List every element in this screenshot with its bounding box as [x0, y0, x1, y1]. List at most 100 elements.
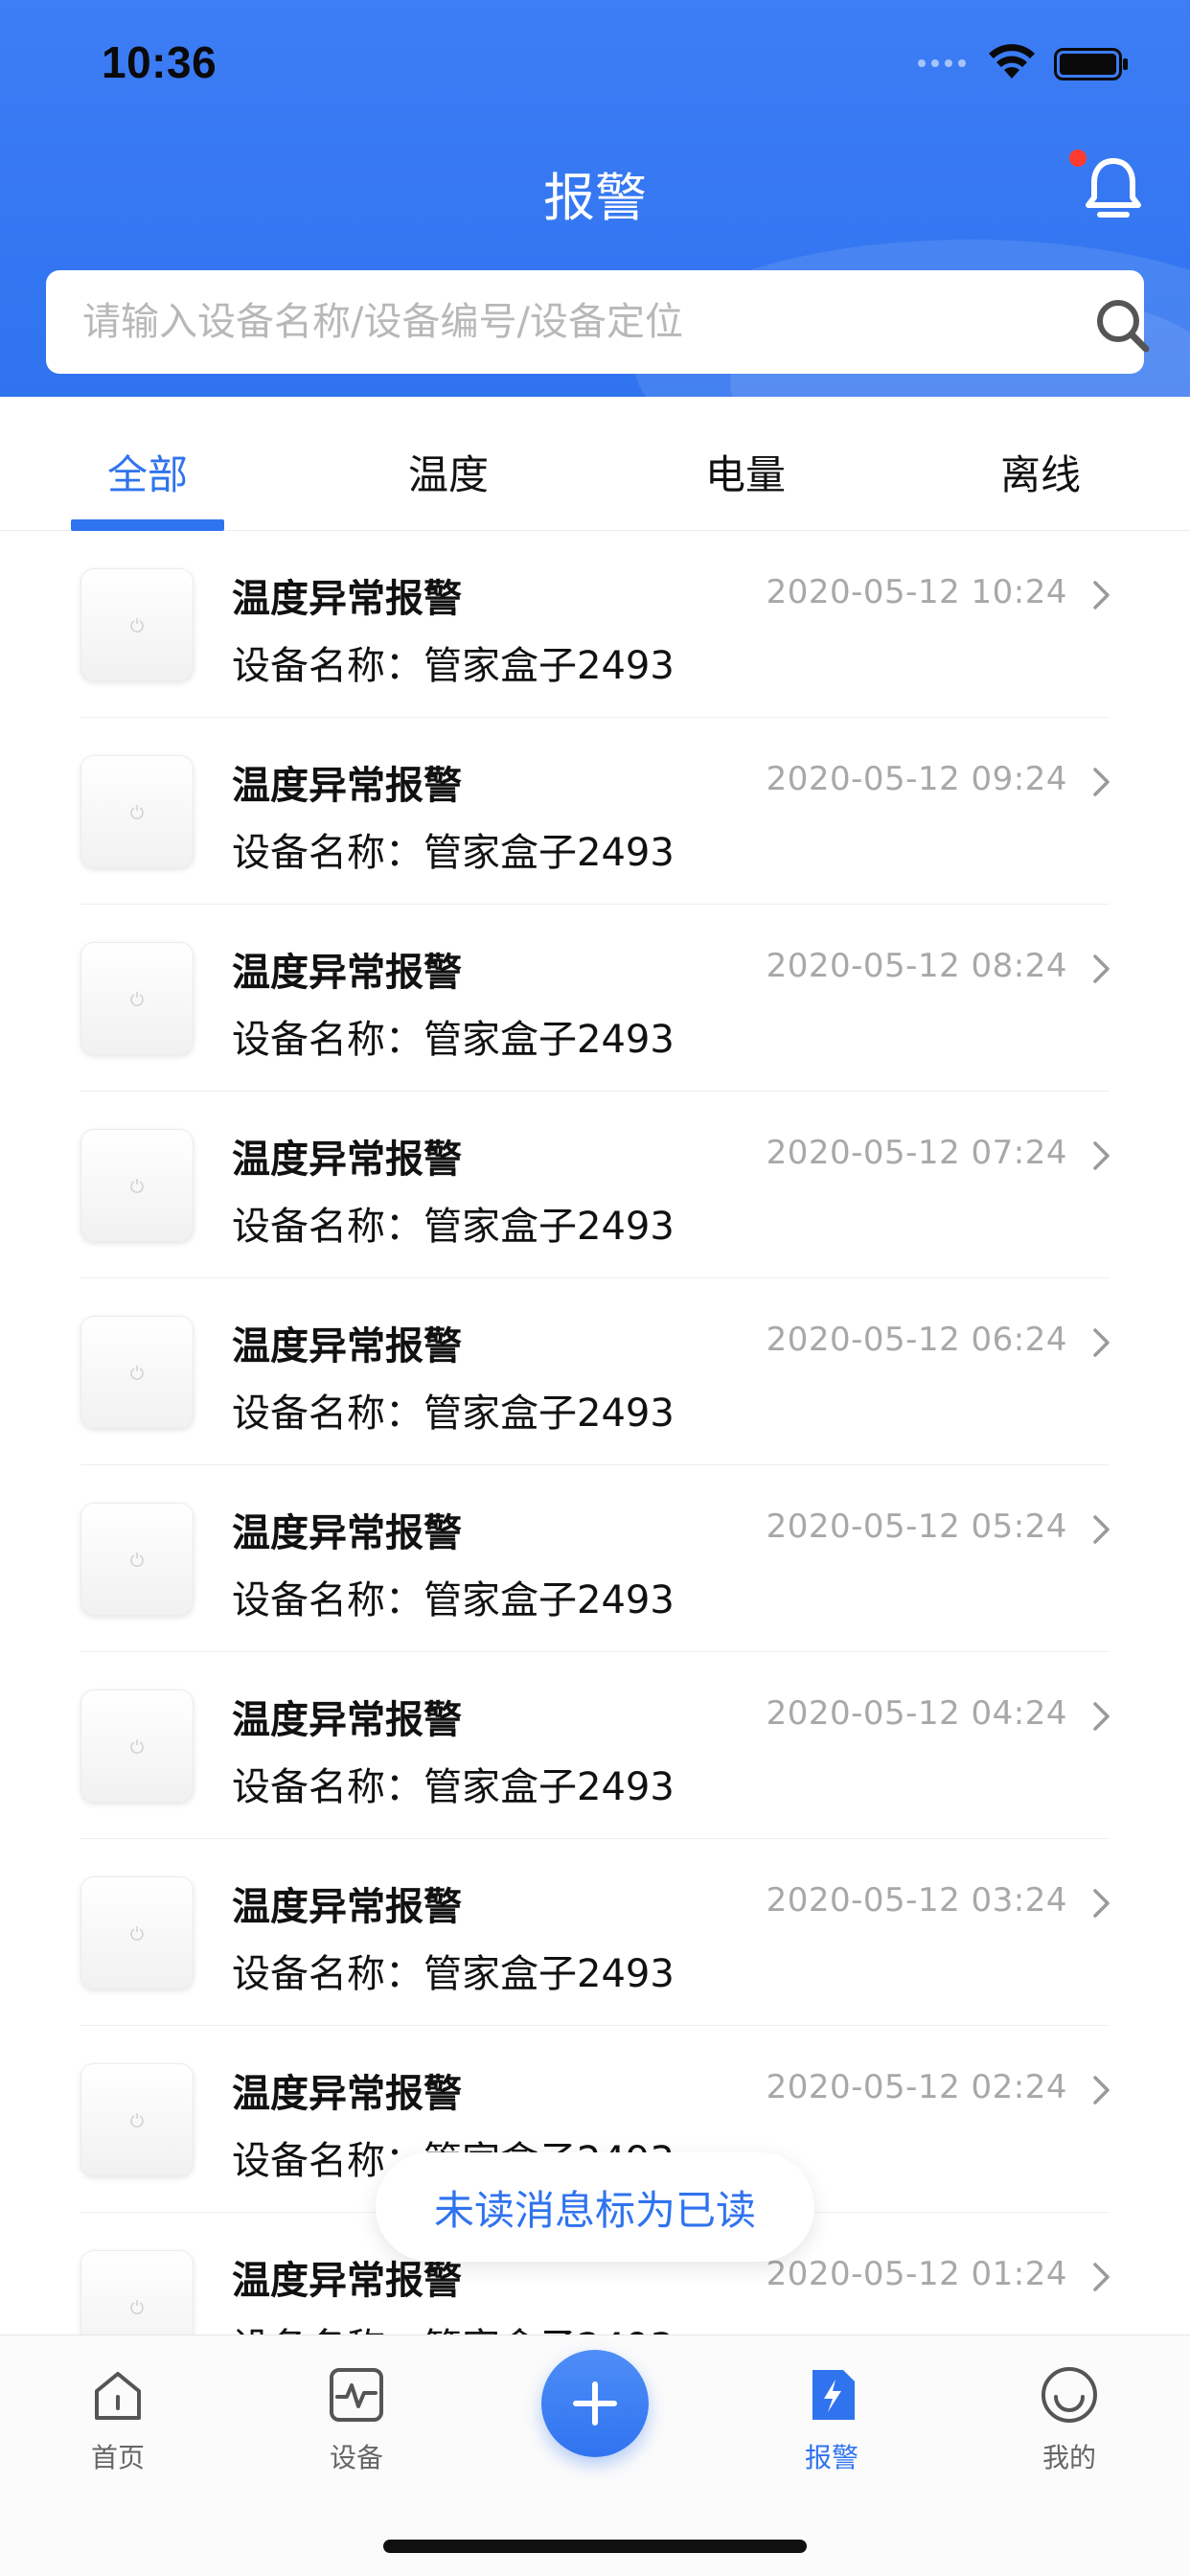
chevron-right-icon [1093, 2076, 1110, 2104]
status-bar: 10:36 [0, 0, 1190, 126]
device-thumbnail [80, 755, 194, 868]
tab-battery[interactable]: 电量 [650, 443, 841, 501]
alarm-device: 设备名称：管家盒子2493 [232, 1765, 675, 1809]
device-thumbnail [80, 568, 194, 681]
chevron-right-icon [1093, 1328, 1110, 1357]
profile-icon [1041, 2367, 1097, 2423]
chevron-right-icon [1093, 2263, 1110, 2291]
device-thumbnail [80, 2250, 194, 2334]
search-bar[interactable] [46, 270, 1150, 374]
device-icon [330, 2368, 383, 2422]
power-icon [130, 1552, 144, 1567]
alarm-row[interactable]: 温度异常报警 设备名称：管家盒子2493 2020-05-12 10:24 [0, 531, 1190, 718]
alarm-time: 2020-05-12 09:24 [766, 760, 1067, 798]
tab-indicator [71, 519, 224, 531]
tab-temperature[interactable]: 温度 [353, 443, 544, 501]
search-input[interactable] [82, 300, 1002, 344]
bell-icon[interactable] [1081, 155, 1146, 224]
tabbar-label: 首页 [90, 2442, 145, 2473]
device-thumbnail [80, 1129, 194, 1242]
device-thumbnail [80, 1503, 194, 1616]
signal-icon [918, 59, 966, 67]
alarm-row[interactable]: 温度异常报警 设备名称：管家盒子2493 2020-05-12 03:24 [0, 1839, 1190, 2026]
mark-all-read-button[interactable]: 未读消息标为已读 [376, 2152, 814, 2262]
power-icon [130, 618, 144, 632]
alarm-time: 2020-05-12 04:24 [766, 1694, 1067, 1733]
alarm-time: 2020-05-12 01:24 [766, 2255, 1067, 2293]
chevron-right-icon [1093, 954, 1110, 983]
power-icon [130, 805, 144, 819]
alarm-row[interactable]: 温度异常报警 设备名称：管家盒子2493 2020-05-12 04:24 [0, 1652, 1190, 1839]
alarm-time: 2020-05-12 08:24 [766, 947, 1067, 985]
alarm-icon [812, 2370, 855, 2420]
chevron-right-icon [1093, 768, 1110, 796]
tabbar-label: 报警 [804, 2442, 858, 2473]
tabbar-item-profile[interactable]: 我的 [1002, 2364, 1136, 2475]
status-time: 10:36 [102, 37, 217, 87]
filter-tabs: 全部 温度 电量 离线 [0, 397, 1190, 531]
alarm-title: 温度异常报警 [232, 951, 462, 995]
alarm-device: 设备名称：管家盒子2493 [232, 1952, 675, 1996]
alarm-list[interactable]: 温度异常报警 设备名称：管家盒子2493 2020-05-12 10:24 温度… [0, 531, 1190, 2334]
alarm-title: 温度异常报警 [232, 1885, 462, 1929]
alarm-device: 设备名称：管家盒子2493 [232, 1205, 675, 1249]
home-indicator [383, 2540, 807, 2553]
power-icon [130, 1179, 144, 1193]
power-icon [130, 1739, 144, 1754]
chevron-right-icon [1093, 1515, 1110, 1544]
power-icon [130, 1926, 144, 1941]
alarm-title: 温度异常报警 [232, 577, 462, 621]
alarm-time: 2020-05-12 02:24 [766, 2068, 1067, 2106]
device-thumbnail [80, 2063, 194, 2176]
alarm-device: 设备名称：管家盒子2493 [232, 1018, 675, 1062]
home-icon [95, 2372, 141, 2420]
tab-offline[interactable]: 离线 [945, 443, 1136, 501]
alarm-device: 设备名称：管家盒子2493 [232, 1392, 675, 1436]
device-thumbnail [80, 1876, 194, 1990]
alarm-time: 2020-05-12 07:24 [766, 1134, 1067, 1172]
alarm-title: 温度异常报警 [232, 1511, 462, 1555]
wifi-icon [989, 44, 1035, 79]
alarm-device: 设备名称：管家盒子2493 [232, 2316, 675, 2334]
tabbar-label: 我的 [1041, 2442, 1096, 2473]
alarm-title: 温度异常报警 [232, 1138, 462, 1182]
alarm-title: 温度异常报警 [232, 764, 462, 808]
tab-all[interactable]: 全部 [52, 443, 243, 501]
device-thumbnail [80, 1690, 194, 1803]
tabbar-item-device[interactable]: 设备 [289, 2364, 423, 2475]
power-icon [130, 2113, 144, 2128]
alarm-device: 设备名称：管家盒子2493 [232, 1578, 675, 1622]
tabbar-item-home[interactable]: 首页 [51, 2364, 185, 2475]
alarm-row[interactable]: 温度异常报警 设备名称：管家盒子2493 2020-05-12 06:24 [0, 1278, 1190, 1465]
search-icon[interactable] [1092, 295, 1152, 355]
chevron-right-icon [1093, 581, 1110, 610]
alarm-device: 设备名称：管家盒子2493 [232, 831, 675, 875]
alarm-title: 温度异常报警 [232, 2072, 462, 2116]
chevron-right-icon [1093, 1141, 1110, 1170]
tabbar-label: 设备 [329, 2442, 383, 2473]
alarm-time: 2020-05-12 05:24 [766, 1507, 1067, 1546]
plus-icon [573, 2381, 617, 2426]
alarm-row[interactable]: 温度异常报警 设备名称：管家盒子2493 2020-05-12 05:24 [0, 1465, 1190, 1652]
power-icon [130, 992, 144, 1006]
alarm-title: 温度异常报警 [232, 1698, 462, 1742]
alarm-row[interactable]: 温度异常报警 设备名称：管家盒子2493 2020-05-12 08:24 [0, 905, 1190, 1092]
device-thumbnail [80, 1316, 194, 1429]
alarm-time: 2020-05-12 03:24 [766, 1881, 1067, 1920]
chevron-right-icon [1093, 1702, 1110, 1731]
battery-icon [1054, 48, 1128, 80]
alarm-time: 2020-05-12 10:24 [766, 573, 1067, 611]
alarm-time: 2020-05-12 06:24 [766, 1321, 1067, 1359]
device-thumbnail [80, 942, 194, 1055]
tabbar-item-alarm[interactable]: 报警 [765, 2364, 899, 2475]
chevron-right-icon [1093, 1889, 1110, 1918]
header: 10:36 报警 [0, 0, 1190, 397]
page-title: 报警 [543, 168, 647, 228]
power-icon [130, 2300, 144, 2314]
add-button[interactable] [541, 2350, 649, 2457]
alarm-title: 温度异常报警 [232, 1324, 462, 1368]
power-icon [130, 1366, 144, 1380]
alarm-row[interactable]: 温度异常报警 设备名称：管家盒子2493 2020-05-12 09:24 [0, 718, 1190, 905]
alarm-row[interactable]: 温度异常报警 设备名称：管家盒子2493 2020-05-12 07:24 [0, 1092, 1190, 1278]
alarm-device: 设备名称：管家盒子2493 [232, 644, 675, 688]
